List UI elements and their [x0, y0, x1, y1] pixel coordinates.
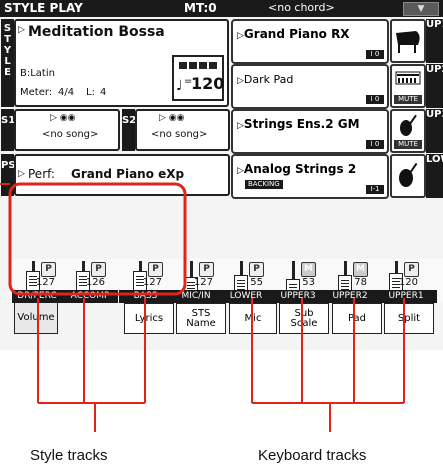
- keyboard-tracks-caption: Keyboard tracks: [258, 447, 367, 464]
- style-tracks-caption: Style tracks: [30, 447, 108, 464]
- style-tracks-connector: [37, 298, 146, 432]
- keyboard-tracks-connector: [251, 298, 405, 432]
- annotation-overlay: [0, 182, 405, 432]
- style-tracks-highlight: [8, 182, 187, 296]
